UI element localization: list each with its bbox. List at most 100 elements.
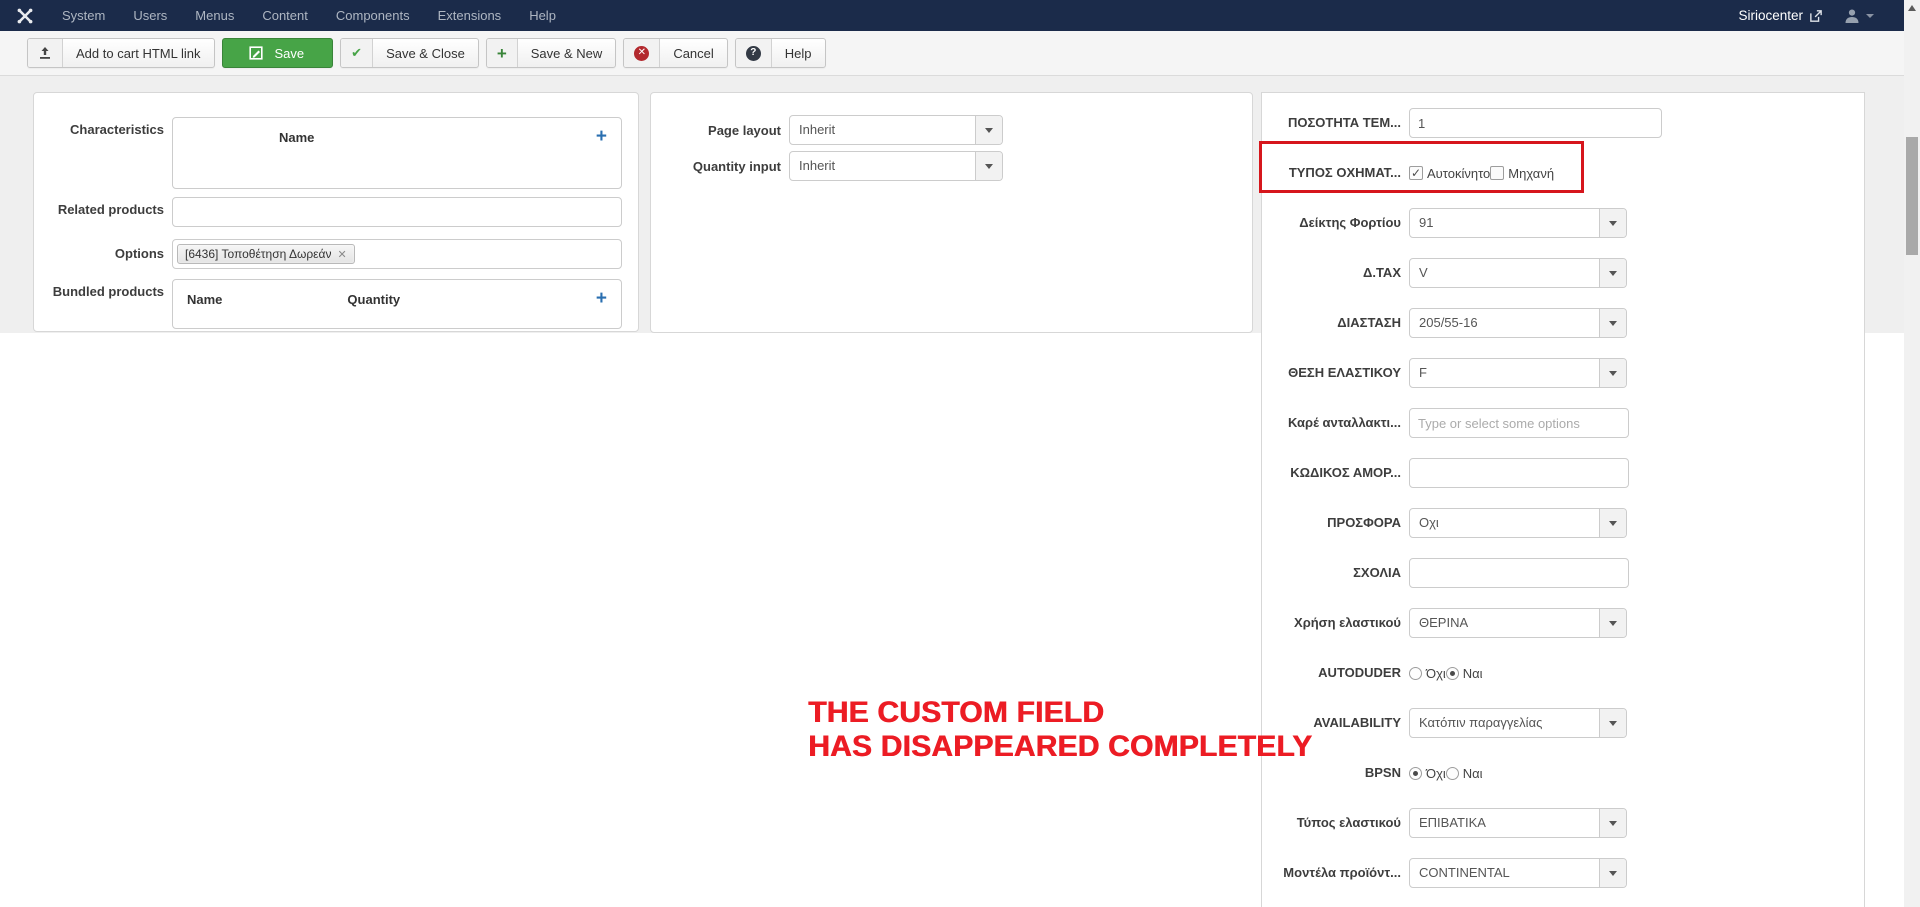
μοντέλα-προϊόντ-select[interactable]: CONTINENTAL <box>1409 858 1627 888</box>
checkbox-αυτοκίνητο[interactable] <box>1409 166 1423 180</box>
field-control: CONTINENTAL <box>1409 858 1627 888</box>
field-control <box>1409 458 1629 488</box>
δείκτης-φορτίου-label: Δείκτης Φορτίου <box>1299 214 1401 230</box>
add-characteristic-button[interactable]: + <box>596 127 607 146</box>
καρέ-ανταλλακτι-label: Καρέ ανταλλακτι... <box>1287 414 1401 430</box>
προσφορα-select[interactable]: Οχι <box>1409 508 1627 538</box>
menu-item-extensions[interactable]: Extensions <box>424 0 516 31</box>
select-caret-button[interactable] <box>1599 859 1626 887</box>
upload-icon <box>40 47 50 59</box>
τυπος-οχηματ-label: ΤΥΠΟΣ ΟΧΗΜΑΤ... <box>1288 164 1401 180</box>
bundled-products-label: Bundled products <box>52 284 164 299</box>
menu-item-menus[interactable]: Menus <box>181 0 248 31</box>
προσφορα-label: ΠΡΟΣΦΟΡΑ <box>1327 514 1401 530</box>
radio-bpsn-ναι[interactable] <box>1445 766 1459 780</box>
bundled-products-table: Name Quantity + <box>172 279 622 329</box>
toolbar: Add to cart HTML link Save ✔ Save & Close + S… <box>0 31 1904 76</box>
user-menu[interactable] <box>1844 8 1874 24</box>
bundled-quantity-header: Quantity <box>347 292 401 307</box>
select-caret-button[interactable] <box>1599 309 1626 337</box>
select-caret-button[interactable] <box>1599 259 1626 287</box>
field-control: ΕΠΙΒΑΤΙΚΑ <box>1409 808 1627 838</box>
button-label: Save & Close <box>386 45 465 61</box>
κωδικος-αμορ-input[interactable] <box>1409 458 1629 488</box>
radio-bpsn-όχι[interactable] <box>1409 766 1422 780</box>
quantity-input-select[interactable]: Inherit <box>789 151 1003 181</box>
option-tag: [6436] Τοποθέτηση Δωρεάν ✕ <box>177 244 355 264</box>
select-caret-button[interactable] <box>975 116 1002 144</box>
add-bundled-product-button[interactable]: + <box>596 289 607 308</box>
options-input[interactable]: [6436] Τοποθέτηση Δωρεάν ✕ <box>172 239 622 269</box>
menu-item-users[interactable]: Users <box>119 0 181 31</box>
add-to-cart-html-link-button[interactable]: Add to cart HTML link <box>27 38 215 68</box>
δ-ταχ-select[interactable]: V <box>1409 258 1627 288</box>
select-caret-button[interactable] <box>1599 709 1626 737</box>
select-value: Inherit <box>799 122 836 137</box>
joomla-logo[interactable] <box>0 7 48 25</box>
help-button[interactable]: ? Help <box>734 38 826 68</box>
button-label: Cancel <box>673 45 714 61</box>
caret-down-icon <box>1609 320 1617 326</box>
quantity-input-label: Quantity input <box>692 158 781 174</box>
scrollbar-thumb[interactable] <box>1906 137 1918 255</box>
θεση-ελαστικου-label: ΘΕΣΗ ΕΛΑΣΤΙΚΟΥ <box>1288 364 1401 380</box>
page-layout-row: Page layout Inherit <box>651 115 1252 145</box>
layout-settings-panel: Page layout Inherit Quantity input Inherit <box>650 92 1253 333</box>
checkbox-μηχανή[interactable] <box>1490 166 1505 180</box>
save-new-button[interactable]: + Save & New <box>485 38 617 68</box>
external-link-icon <box>1810 9 1822 22</box>
select-caret-button[interactable] <box>1599 359 1626 387</box>
select-caret-button[interactable] <box>1599 209 1626 237</box>
page-scrollbar[interactable] <box>1904 0 1920 907</box>
navbar-right: Siriocenter <box>1738 8 1904 24</box>
χρήση-ελαστικού-select[interactable]: ΘΕΡΙΝΑ <box>1409 608 1627 638</box>
διασταση-select[interactable]: 205/55-16 <box>1409 308 1627 338</box>
menu-item-components[interactable]: Components <box>322 0 424 31</box>
bpsn-label: BPSN <box>1364 764 1401 780</box>
δείκτης-φορτίου-select[interactable]: 91 <box>1409 208 1627 238</box>
θεση-ελαστικου-select[interactable]: F <box>1409 358 1627 388</box>
field-control <box>1409 108 1662 138</box>
joomla-admin-page: System Users Menus Content Components Extensi… <box>0 0 1920 907</box>
field-control: F <box>1409 358 1627 388</box>
save-button[interactable]: Save <box>221 38 334 68</box>
τυπος-οχηματ-row: ΤΥΠΟΣ ΟΧΗΜΑΤ... Αυτοκίνητο Μηχανή <box>1262 158 1864 188</box>
plus-icon: + <box>496 43 507 63</box>
ποσοτητα-τεμ-input[interactable] <box>1409 108 1662 138</box>
options-label: Options <box>114 246 164 261</box>
χρήση-ελαστικού-label: Χρήση ελαστικού <box>1294 614 1401 630</box>
καρέ-ανταλλακτι-input[interactable] <box>1409 408 1629 438</box>
cancel-button[interactable]: ✕ Cancel <box>623 38 728 68</box>
check-icon: ✔ <box>351 45 363 60</box>
τύπος-ελαστικού-select[interactable]: ΕΠΙΒΑΤΙΚΑ <box>1409 808 1627 838</box>
option-tag-label: [6436] Τοποθέτηση Δωρεάν <box>185 247 332 261</box>
availability-select[interactable]: Κατόπιν παραγγελίας <box>1409 708 1627 738</box>
select-caret-button[interactable] <box>1599 809 1626 837</box>
related-products-label: Related products <box>57 202 164 217</box>
related-products-input[interactable] <box>172 197 622 227</box>
δείκτης-φορτίου-row: Δείκτης Φορτίου 91 <box>1262 208 1864 238</box>
caret-down-icon <box>1609 270 1617 276</box>
checkbox-label-μηχανή: Μηχανή <box>1508 165 1555 181</box>
select-caret-button[interactable] <box>1599 509 1626 537</box>
menu-item-content[interactable]: Content <box>248 0 322 31</box>
μοντέλα-προϊόντ-label: Μοντέλα προϊόντ... <box>1283 864 1401 880</box>
radio-autoduder-ναι[interactable] <box>1445 666 1459 680</box>
select-caret-button[interactable] <box>1599 609 1626 637</box>
menu-item-help[interactable]: Help <box>515 0 570 31</box>
button-label: Save & New <box>530 45 603 61</box>
page-layout-select[interactable]: Inherit <box>789 115 1003 145</box>
site-preview-link[interactable]: Siriocenter <box>1738 8 1822 23</box>
characteristics-name-header: Name <box>279 130 315 145</box>
select-caret-button[interactable] <box>975 152 1002 180</box>
site-name: Siriocenter <box>1738 8 1803 23</box>
user-icon <box>1845 9 1859 23</box>
scrollbar-up-arrow-icon[interactable] <box>1908 5 1916 11</box>
button-label: Save <box>274 45 305 61</box>
radio-autoduder-όχι[interactable] <box>1409 666 1422 680</box>
caret-down-icon <box>1609 870 1617 876</box>
remove-tag-icon[interactable]: ✕ <box>337 248 346 261</box>
menu-item-system[interactable]: System <box>48 0 119 31</box>
save-close-button[interactable]: ✔ Save & Close <box>340 38 479 68</box>
σχολια-input[interactable] <box>1409 558 1629 588</box>
